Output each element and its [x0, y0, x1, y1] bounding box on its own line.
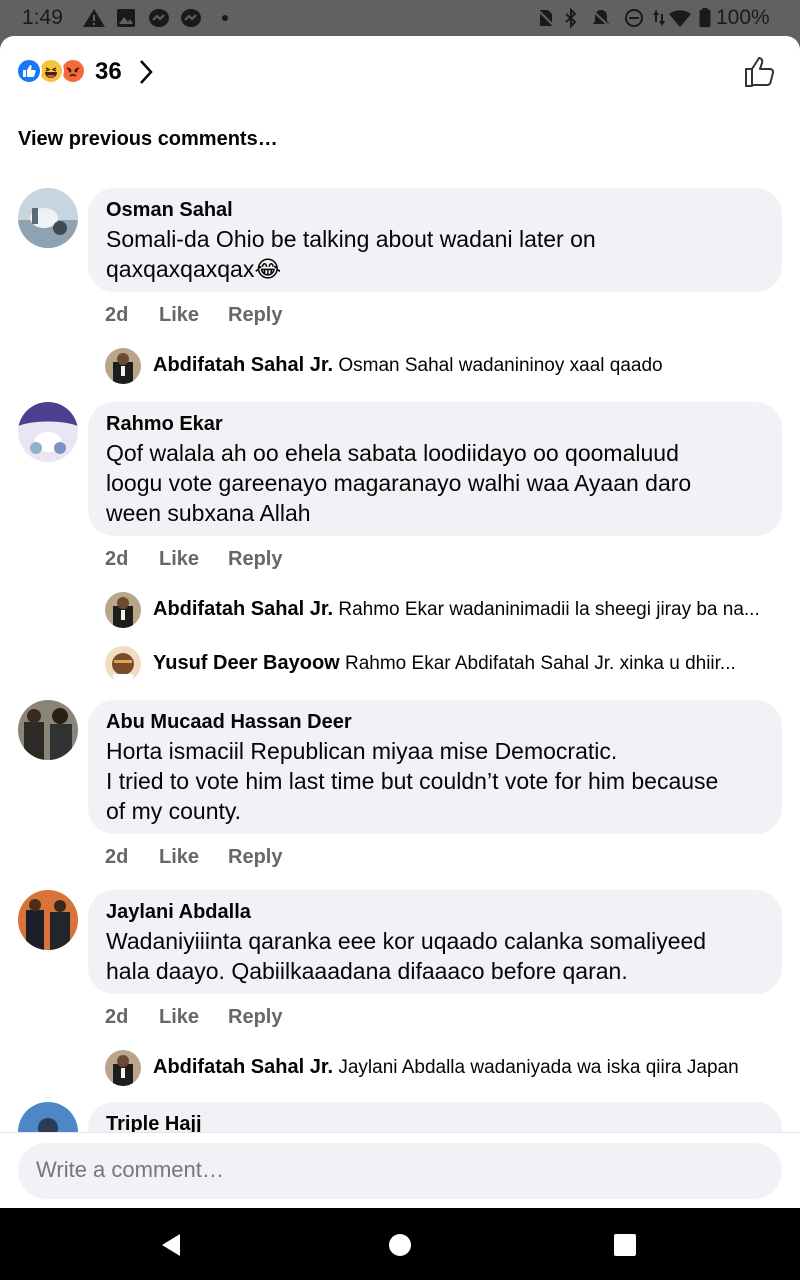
comment-time: 2d	[105, 1006, 129, 1028]
avatar	[105, 592, 141, 628]
comment-bubble[interactable]: Osman Sahal Somali-da Ohio be talking ab…	[88, 188, 782, 292]
comment-bubble[interactable]: Abu Mucaad Hassan Deer Horta ismaciil Re…	[88, 700, 782, 834]
no-sim-icon	[537, 9, 555, 27]
like-button[interactable]: Like	[159, 548, 199, 571]
avatar[interactable]	[18, 188, 78, 248]
do-not-disturb-icon	[625, 9, 643, 27]
comment-text: Horta ismaciil Republican miyaa mise Dem…	[106, 738, 719, 824]
reaction-summary[interactable]	[16, 58, 96, 86]
wifi-icon	[669, 10, 691, 27]
reply-text: Rahmo Ekar Abdifatah Sahal Jr. xinka u d…	[345, 653, 736, 674]
comment-bubble[interactable]: Jaylani Abdalla Wadaniyiiinta qaranka ee…	[88, 890, 782, 994]
comment-author[interactable]: Jaylani Abdalla	[106, 900, 764, 924]
avatar[interactable]	[18, 700, 78, 760]
comment-time: 2d	[105, 846, 129, 868]
battery-icon	[699, 8, 711, 28]
comment-author[interactable]: Rahmo Ekar	[106, 412, 764, 436]
reply-preview[interactable]: Abdifatah Sahal Jr. Rahmo Ekar wadaninim…	[105, 590, 800, 630]
comment-text: Qof walala ah oo ehela sabata loodiidayo…	[106, 440, 692, 526]
messenger-icon	[149, 9, 169, 27]
bluetooth-icon	[565, 8, 577, 28]
reply-author[interactable]: Abdifatah Sahal Jr.	[153, 1056, 333, 1078]
view-previous-comments-link[interactable]: View previous comments…	[18, 128, 278, 151]
reply-text: Jaylani Abdalla wadaniyada wa iska qiira…	[338, 1057, 739, 1078]
avatar	[105, 646, 141, 682]
image-icon	[117, 9, 135, 27]
like-reaction-icon	[16, 58, 42, 84]
reply-preview[interactable]: Abdifatah Sahal Jr. Jaylani Abdalla wada…	[105, 1048, 800, 1088]
reply-preview[interactable]: Yusuf Deer Bayoow Rahmo Ekar Abdifatah S…	[105, 644, 800, 684]
back-icon[interactable]	[158, 1230, 188, 1260]
dot-icon	[222, 15, 228, 21]
warning-icon	[83, 9, 105, 27]
comment-text: Wadaniyiiinta qaranka eee kor uqaado cal…	[106, 928, 707, 984]
like-button[interactable]: Like	[159, 846, 199, 869]
messenger-icon	[181, 9, 201, 27]
data-arrows-icon	[653, 10, 665, 26]
status-time: 1:49	[22, 6, 63, 29]
avatar	[105, 348, 141, 384]
comment-author[interactable]: Osman Sahal	[106, 198, 764, 222]
comments-sheet: 36 View previous comments… Osman Sahal S…	[0, 36, 800, 1208]
reply-button[interactable]: Reply	[228, 304, 282, 327]
comment-bubble[interactable]: Rahmo Ekar Qof walala ah oo ehela sabata…	[88, 402, 782, 536]
reply-button[interactable]: Reply	[228, 1006, 282, 1029]
reply-button[interactable]: Reply	[228, 548, 282, 571]
status-bar: 1:49 100%	[0, 0, 800, 36]
reply-author[interactable]: Abdifatah Sahal Jr.	[153, 598, 333, 620]
reply-author[interactable]: Yusuf Deer Bayoow	[153, 652, 340, 674]
reply-button[interactable]: Reply	[228, 846, 282, 869]
system-nav-bar	[0, 1208, 800, 1280]
reaction-count[interactable]: 36	[95, 58, 122, 86]
mute-icon	[591, 9, 611, 28]
avatar[interactable]	[18, 890, 78, 950]
comment-input[interactable]: Write a comment…	[18, 1143, 782, 1199]
chevron-right-icon[interactable]	[136, 58, 156, 86]
avatar	[105, 1050, 141, 1086]
like-button[interactable]: Like	[159, 1006, 199, 1029]
reactions-header: 36	[0, 36, 800, 108]
reply-text: Osman Sahal wadanininoy xaal qaado	[338, 355, 663, 376]
comment-author[interactable]: Abu Mucaad Hassan Deer	[106, 710, 764, 734]
recents-icon[interactable]	[610, 1230, 640, 1260]
like-button[interactable]: Like	[159, 304, 199, 327]
comment-text: Somali-da Ohio be talking about wadani l…	[106, 226, 596, 282]
comment-time: 2d	[105, 304, 129, 326]
reply-preview[interactable]: Abdifatah Sahal Jr. Osman Sahal wadanini…	[105, 346, 800, 386]
battery-level: 100%	[716, 6, 770, 29]
comment-composer-bar: Write a comment…	[0, 1132, 800, 1208]
reply-text: Rahmo Ekar wadaninimadii la sheegi jiray…	[338, 599, 760, 620]
avatar[interactable]	[18, 402, 78, 462]
comment-time: 2d	[105, 548, 129, 570]
thumbs-up-icon[interactable]	[742, 54, 778, 90]
reply-author[interactable]: Abdifatah Sahal Jr.	[153, 354, 333, 376]
home-icon[interactable]	[385, 1230, 415, 1260]
